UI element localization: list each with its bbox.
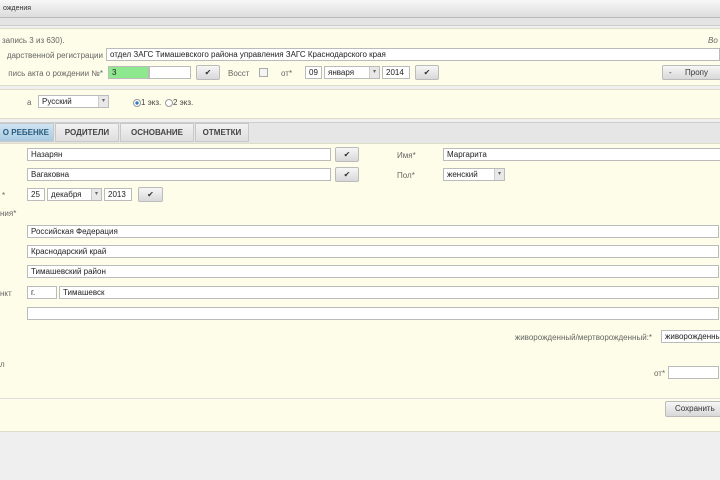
chevron-down-icon: ▾ <box>98 96 108 107</box>
name-label: Имя* <box>397 151 416 160</box>
radio-selected-icon <box>133 98 141 107</box>
registration-label: дарственной регистрации <box>6 51 103 60</box>
tab-parents[interactable]: РОДИТЕЛИ <box>55 123 119 142</box>
sex-select[interactable]: женский ▾ <box>443 168 505 181</box>
country-field[interactable]: Российская Федерация <box>27 225 719 238</box>
act-number-label: пись акта о рождении №* <box>8 69 103 78</box>
district-field[interactable]: Тимашевский район <box>27 265 719 278</box>
alive-label: живорожденный/мертворожденный:* <box>514 333 652 342</box>
tab-child[interactable]: О РЕБЕНКЕ <box>0 123 54 142</box>
name-field[interactable]: Маргарита <box>443 148 720 161</box>
birth-month-value: декабря <box>51 190 82 199</box>
act-number-suffix-field[interactable] <box>149 66 191 79</box>
document-date-field[interactable] <box>668 366 719 379</box>
toolbar-band <box>0 18 720 26</box>
tab-basis[interactable]: ОСНОВАНИЕ <box>120 123 194 142</box>
document-label: л <box>0 360 5 369</box>
act-year-field[interactable]: 2014 <box>382 66 410 79</box>
check-date-button[interactable]: ✔ <box>415 65 439 80</box>
locality-label: нкт <box>0 289 12 298</box>
check-patronymic-button[interactable]: ✔ <box>335 167 359 182</box>
act-number-field[interactable]: 3 <box>108 66 149 79</box>
check-act-button[interactable]: ✔ <box>196 65 220 80</box>
surname-field[interactable]: Назарян <box>27 148 331 161</box>
restore-checkbox[interactable] <box>259 68 268 77</box>
copies-radio-2[interactable]: 2 экз. <box>165 98 193 107</box>
copies-2-label: 2 экз. <box>173 98 194 107</box>
minus-icon: - <box>669 68 672 77</box>
language-value: Русский <box>42 97 72 106</box>
locality-field[interactable]: Тимашевск <box>59 286 719 299</box>
tab-notes[interactable]: ОТМЕТКИ <box>195 123 249 142</box>
skip-button[interactable]: - Пропу <box>662 65 720 80</box>
sex-value: женский <box>447 170 478 179</box>
record-info: запись 3 из 630). <box>2 36 65 45</box>
alive-select[interactable]: живорожденны <box>661 330 720 343</box>
language-select[interactable]: Русский ▾ <box>38 95 109 108</box>
check-icon: ✔ <box>147 190 154 199</box>
birth-place-label: ния* <box>0 209 17 218</box>
check-birth-date-button[interactable]: ✔ <box>138 187 163 202</box>
act-month-value: января <box>328 68 355 77</box>
language-label: а <box>27 98 32 107</box>
birth-month-select[interactable]: декабря ▾ <box>47 188 102 201</box>
sex-label: Пол* <box>397 171 415 180</box>
check-icon: ✔ <box>423 68 431 77</box>
window-titlebar: ождения <box>0 0 720 18</box>
registration-field[interactable]: отдел ЗАГС Тимашевского района управлени… <box>106 48 720 61</box>
restore-label: Восст <box>228 69 250 78</box>
birth-day-field[interactable]: 25 <box>27 188 45 201</box>
chevron-down-icon: ▾ <box>494 169 504 180</box>
copies-radio-1[interactable]: 1 экз. <box>133 98 161 107</box>
act-month-select[interactable]: января ▾ <box>324 66 380 79</box>
copies-1-label: 1 экз. <box>141 98 162 107</box>
save-button[interactable]: Сохранить <box>665 401 720 417</box>
skip-button-label: Пропу <box>685 68 708 77</box>
chevron-down-icon: ▾ <box>369 67 379 78</box>
check-icon: ✔ <box>204 68 212 77</box>
extra-address-field[interactable] <box>27 307 719 320</box>
check-icon: ✔ <box>343 150 351 159</box>
act-day-field[interactable]: 09 <box>305 66 322 79</box>
radio-icon <box>165 98 173 107</box>
window-title: ождения <box>3 5 32 12</box>
header-right-text: Во <box>708 36 718 45</box>
birth-year-field[interactable]: 2013 <box>104 188 132 201</box>
document-date-label: от* <box>654 369 666 378</box>
region-field[interactable]: Краснодарский край <box>27 245 719 258</box>
chevron-down-icon: ▾ <box>91 189 101 200</box>
check-surname-button[interactable]: ✔ <box>335 147 359 162</box>
locality-type-field[interactable]: г. <box>27 286 57 299</box>
check-icon: ✔ <box>343 170 351 179</box>
footer-panel <box>0 399 720 432</box>
act-date-label: от* <box>281 69 293 78</box>
birth-date-label: * <box>2 191 6 200</box>
patronymic-field[interactable]: Вагаковна <box>27 168 331 181</box>
